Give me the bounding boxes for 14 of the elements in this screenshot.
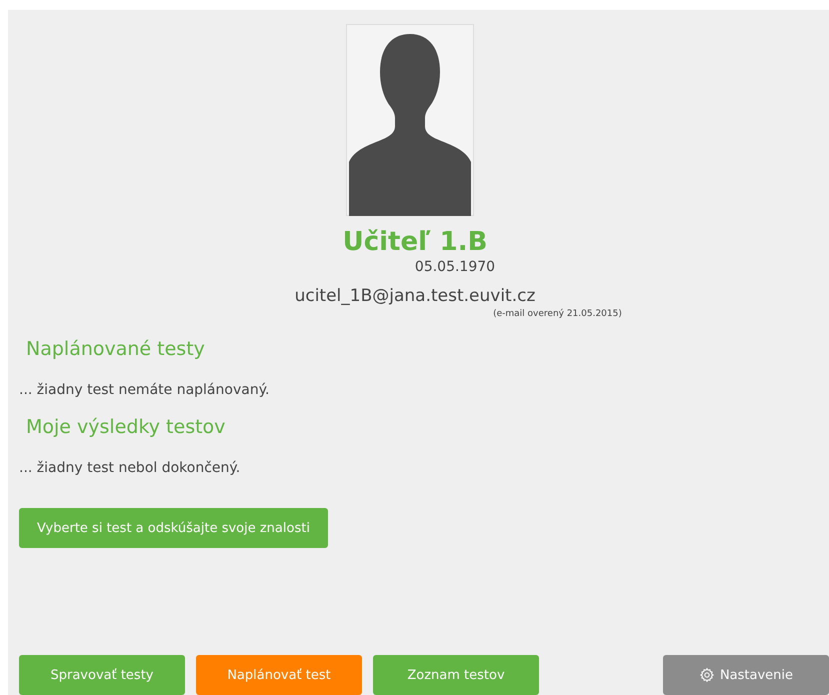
action-button[interactable]: Spravovať testy: [19, 655, 185, 695]
choose-test-button[interactable]: Vyberte si test a odskúšajte svoje znalosti: [19, 508, 328, 548]
empty-message: ... žiadny test nebol dokončený.: [19, 460, 242, 476]
section-heading: Naplánované testy: [26, 338, 206, 360]
action-button[interactable]: Zoznam testov: [373, 655, 539, 695]
email-address: ucitel_1B@jana.test.euvit.cz: [294, 285, 536, 308]
section-heading: Moje výsledky testov: [26, 416, 226, 438]
user-name: Učiteľ 1.B: [342, 226, 488, 258]
settings-icon: [698, 667, 715, 683]
action-button[interactable]: Naplánovať test: [196, 655, 362, 695]
empty-message: ... žiadny test nemáte naplánovaný.: [19, 382, 270, 398]
birth-date: 05.05.1970: [414, 258, 496, 276]
action-button[interactable]: Nastavenie: [663, 655, 829, 695]
email-verified-note: (e-mail overený 21.05.2015): [493, 308, 622, 320]
